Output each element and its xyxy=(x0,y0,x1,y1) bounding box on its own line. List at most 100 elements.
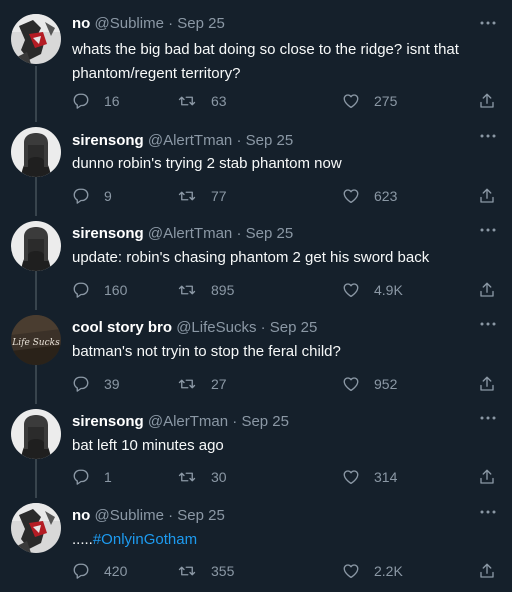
user-handle[interactable]: @AlerTman xyxy=(148,413,228,430)
user-handle[interactable]: @LifeSucks xyxy=(176,319,256,336)
tweet-date[interactable]: Sep 25 xyxy=(270,319,318,336)
retweet-icon xyxy=(178,472,196,482)
tweet-date[interactable]: Sep 25 xyxy=(177,507,225,524)
user-handle[interactable]: @AlertTman xyxy=(148,225,232,242)
share-button[interactable] xyxy=(478,186,496,206)
reply-count: 1 xyxy=(104,469,112,485)
heart-icon xyxy=(343,283,359,298)
tweet-text: whats the big bad bat doing so close to … xyxy=(72,41,459,82)
display-name[interactable]: sirensong xyxy=(72,413,144,430)
avatar[interactable] xyxy=(11,221,61,271)
more-icon xyxy=(480,510,496,514)
tweet-actions: 1 30 314 xyxy=(72,467,502,487)
tweet-header: sirensong @AlerTman · Sep 25 xyxy=(72,413,289,431)
tweet-actions: 39 27 952 xyxy=(72,374,502,394)
like-count: 2.2K xyxy=(374,563,403,579)
user-handle[interactable]: @Sublime xyxy=(95,15,164,32)
retweet-button[interactable]: 27 xyxy=(177,374,227,394)
reply-button[interactable]: 160 xyxy=(72,280,127,300)
like-button[interactable]: 2.2K xyxy=(342,561,403,581)
more-button[interactable] xyxy=(478,317,498,331)
separator-dot: · xyxy=(168,507,174,524)
user-handle[interactable]: @AlertTman xyxy=(148,132,232,149)
avatar-image xyxy=(11,409,61,459)
display-name[interactable]: no xyxy=(72,507,90,524)
more-button[interactable] xyxy=(478,411,498,425)
avatar[interactable] xyxy=(11,503,61,553)
tweet-thread: no @Sublime · Sep 25 whats the big bad b… xyxy=(0,0,512,592)
like-button[interactable]: 275 xyxy=(342,91,397,111)
like-count: 952 xyxy=(374,376,398,392)
heart-icon xyxy=(343,94,359,109)
retweet-count: 895 xyxy=(211,282,235,298)
retweet-button[interactable]: 63 xyxy=(177,91,227,111)
reply-button[interactable]: 16 xyxy=(72,91,120,111)
retweet-button[interactable]: 77 xyxy=(177,186,227,206)
tweet[interactable]: no @Sublime · Sep 25 whats the big bad b… xyxy=(0,0,512,122)
separator-dot: · xyxy=(232,413,238,430)
tweet-date[interactable]: Sep 25 xyxy=(246,132,294,149)
more-button[interactable] xyxy=(478,223,498,237)
display-name[interactable]: cool story bro xyxy=(72,319,172,336)
tweet-header: cool story bro @LifeSucks · Sep 25 xyxy=(72,319,317,337)
tweet-header: no @Sublime · Sep 25 xyxy=(72,507,225,525)
avatar-image xyxy=(11,221,61,271)
tweet[interactable]: no @Sublime · Sep 25 .....#OnlyinGotham … xyxy=(0,498,512,592)
display-name[interactable]: no xyxy=(72,15,90,32)
more-icon xyxy=(480,134,496,138)
tweet-date[interactable]: Sep 25 xyxy=(241,413,289,430)
tweet[interactable]: sirensong @AlerTman · Sep 25 bat left 10… xyxy=(0,404,512,498)
avatar[interactable]: Life Sucks xyxy=(11,315,61,365)
tweet-header: sirensong @AlertTman · Sep 25 xyxy=(72,132,293,150)
like-count: 314 xyxy=(374,469,398,485)
tweet-text: .....#OnlyinGotham xyxy=(72,528,492,552)
tweet[interactable]: sirensong @AlertTman · Sep 25 update: ro… xyxy=(0,216,512,310)
share-button[interactable] xyxy=(478,374,496,394)
tweet[interactable]: Life Sucks cool story bro @LifeSucks · S… xyxy=(0,310,512,404)
retweet-button[interactable]: 355 xyxy=(177,561,234,581)
avatar-image xyxy=(11,127,61,177)
retweet-button[interactable]: 895 xyxy=(177,280,234,300)
hashtag-link[interactable]: #OnlyinGotham xyxy=(93,531,197,548)
avatar[interactable] xyxy=(11,127,61,177)
reply-button[interactable]: 9 xyxy=(72,186,112,206)
tweet-text: update: robin's chasing phantom 2 get hi… xyxy=(72,249,430,266)
separator-dot: · xyxy=(168,15,174,32)
more-icon xyxy=(480,21,496,25)
tweet-text: dunno robin's trying 2 stab phantom now xyxy=(72,155,342,172)
retweet-icon xyxy=(178,566,196,576)
tweet-header: sirensong @AlertTman · Sep 25 xyxy=(72,225,293,243)
more-icon xyxy=(480,322,496,326)
avatar-image: Life Sucks xyxy=(11,315,61,365)
reply-button[interactable]: 420 xyxy=(72,561,127,581)
avatar[interactable] xyxy=(11,14,61,64)
retweet-count: 27 xyxy=(211,376,227,392)
tweet-date[interactable]: Sep 25 xyxy=(246,225,294,242)
like-button[interactable]: 623 xyxy=(342,186,397,206)
like-button[interactable]: 314 xyxy=(342,467,397,487)
reply-button[interactable]: 39 xyxy=(72,374,120,394)
retweet-count: 355 xyxy=(211,563,235,579)
more-button[interactable] xyxy=(478,16,498,30)
avatar[interactable] xyxy=(11,409,61,459)
share-button[interactable] xyxy=(478,280,496,300)
tweet-text: bat left 10 minutes ago xyxy=(72,437,224,454)
share-button[interactable] xyxy=(478,91,496,111)
more-icon xyxy=(480,228,496,232)
tweet-text: batman's not tryin to stop the feral chi… xyxy=(72,343,341,360)
display-name[interactable]: sirensong xyxy=(72,132,144,149)
display-name[interactable]: sirensong xyxy=(72,225,144,242)
user-handle[interactable]: @Sublime xyxy=(95,507,164,524)
like-button[interactable]: 4.9K xyxy=(342,280,403,300)
retweet-button[interactable]: 30 xyxy=(177,467,227,487)
reply-button[interactable]: 1 xyxy=(72,467,112,487)
tweet-date[interactable]: Sep 25 xyxy=(177,15,225,32)
more-button[interactable] xyxy=(478,505,498,519)
like-button[interactable]: 952 xyxy=(342,374,397,394)
share-button[interactable] xyxy=(478,467,496,487)
reply-icon xyxy=(73,93,89,109)
avatar-image xyxy=(11,14,61,64)
tweet[interactable]: sirensong @AlertTman · Sep 25 dunno robi… xyxy=(0,122,512,216)
more-button[interactable] xyxy=(478,129,498,143)
share-button[interactable] xyxy=(478,561,496,581)
